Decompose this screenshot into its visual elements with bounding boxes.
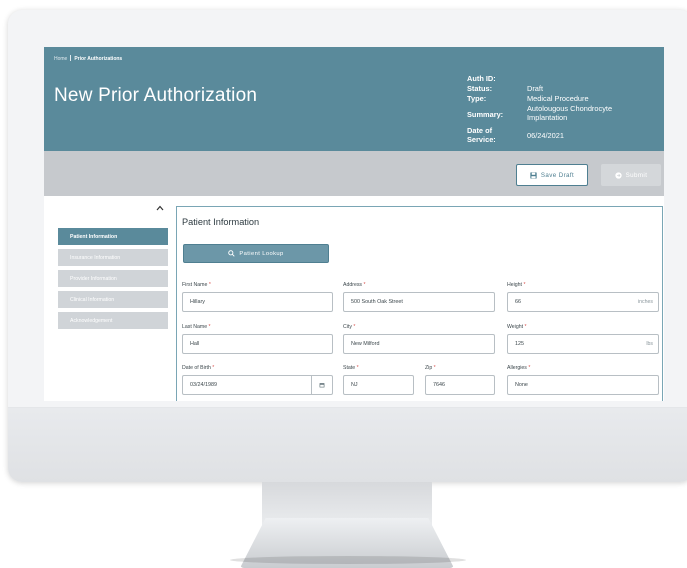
state-field[interactable]: NJ	[343, 375, 414, 395]
patient-information-form: Patient Information Patient Lookup First…	[176, 206, 663, 401]
first-name-label: First Name *	[182, 282, 211, 288]
address-label: Address *	[343, 282, 366, 288]
sidebar-item-patient-information[interactable]: Patient Information	[58, 228, 168, 245]
height-field[interactable]: 66 inches	[507, 292, 659, 312]
calendar-icon[interactable]	[311, 376, 332, 394]
height-label: Height *	[507, 282, 526, 288]
save-draft-button[interactable]: Save Draft	[516, 164, 588, 186]
state-label: State *	[343, 365, 359, 371]
meta-label: Status:	[467, 84, 493, 93]
sidebar-item-provider-information[interactable]: Provider Information	[58, 270, 168, 287]
patient-lookup-button[interactable]: Patient Lookup	[183, 244, 329, 263]
monitor-chin	[8, 407, 687, 482]
breadcrumb-home-link[interactable]: Home	[54, 56, 67, 62]
arrow-circle-icon	[615, 171, 622, 179]
address-field[interactable]: 500 South Oak Street	[343, 292, 495, 312]
breadcrumb-current[interactable]: Prior Authorizations	[74, 56, 122, 62]
meta-label: Type:	[467, 94, 487, 103]
search-icon	[228, 250, 235, 257]
meta-label: Auth ID:	[467, 74, 496, 83]
zip-field[interactable]: 7646	[425, 375, 495, 395]
patient-lookup-label: Patient Lookup	[239, 250, 284, 257]
city-label: City *	[343, 324, 356, 330]
chevron-up-icon[interactable]	[155, 204, 165, 212]
sidebar-item-label: Insurance Information	[70, 254, 121, 261]
sidebar-item-label: Patient Information	[70, 233, 118, 240]
last-name-field[interactable]: Hall	[182, 334, 333, 354]
monitor-frame: Home Prior Authorizations New Prior Autho…	[8, 10, 687, 482]
sidebar-item-label: Provider Information	[70, 275, 117, 282]
meta-value: Draft	[527, 84, 544, 93]
allergies-field[interactable]: None	[507, 375, 659, 395]
meta-label: Summary:	[467, 110, 504, 119]
first-name-field[interactable]: Hillary	[182, 292, 333, 312]
submit-button[interactable]: Submit	[601, 164, 661, 186]
breadcrumb: Home Prior Authorizations	[54, 55, 122, 62]
weight-label: Weight *	[507, 324, 527, 330]
page-title: New Prior Authorization	[54, 85, 258, 106]
weight-field[interactable]: 125 lbs	[507, 334, 659, 354]
save-draft-label: Save Draft	[540, 171, 575, 179]
app-screen: Home Prior Authorizations New Prior Autho…	[44, 47, 664, 401]
meta-value: Medical Procedure	[527, 94, 589, 103]
sidebar-item-label: Clinical Information	[70, 296, 115, 303]
allergies-label: Allergies *	[507, 365, 531, 371]
submit-label: Submit	[625, 171, 648, 179]
city-field[interactable]: New Milford	[343, 334, 495, 354]
action-toolbar: Save Draft Submit	[44, 151, 664, 196]
breadcrumb-separator	[70, 55, 72, 61]
sidebar-item-insurance-information[interactable]: Insurance Information	[58, 249, 168, 266]
last-name-label: Last Name *	[182, 324, 211, 330]
meta-value: Autolougous Chondrocyte Implantation	[527, 104, 613, 122]
sidebar-item-label: Acknowledgement	[70, 317, 113, 324]
height-unit: inches	[638, 299, 653, 305]
zip-label: Zip *	[425, 365, 436, 371]
sidebar-item-clinical-information[interactable]: Clinical Information	[58, 291, 168, 308]
stand-shadow	[230, 556, 466, 564]
section-title: Patient Information	[182, 217, 260, 227]
meta-label: Date of Service:	[467, 126, 496, 144]
page-header: Home Prior Authorizations New Prior Autho…	[44, 47, 664, 151]
date-of-birth-field[interactable]: 03/24/1989	[182, 375, 333, 395]
weight-unit: lbs	[646, 341, 653, 347]
meta-value: 06/24/2021	[527, 131, 564, 140]
floppy-disk-icon	[530, 171, 537, 179]
date-of-birth-label: Date of Birth *	[182, 365, 215, 371]
sidebar-item-acknowledgement[interactable]: Acknowledgement	[58, 312, 168, 329]
